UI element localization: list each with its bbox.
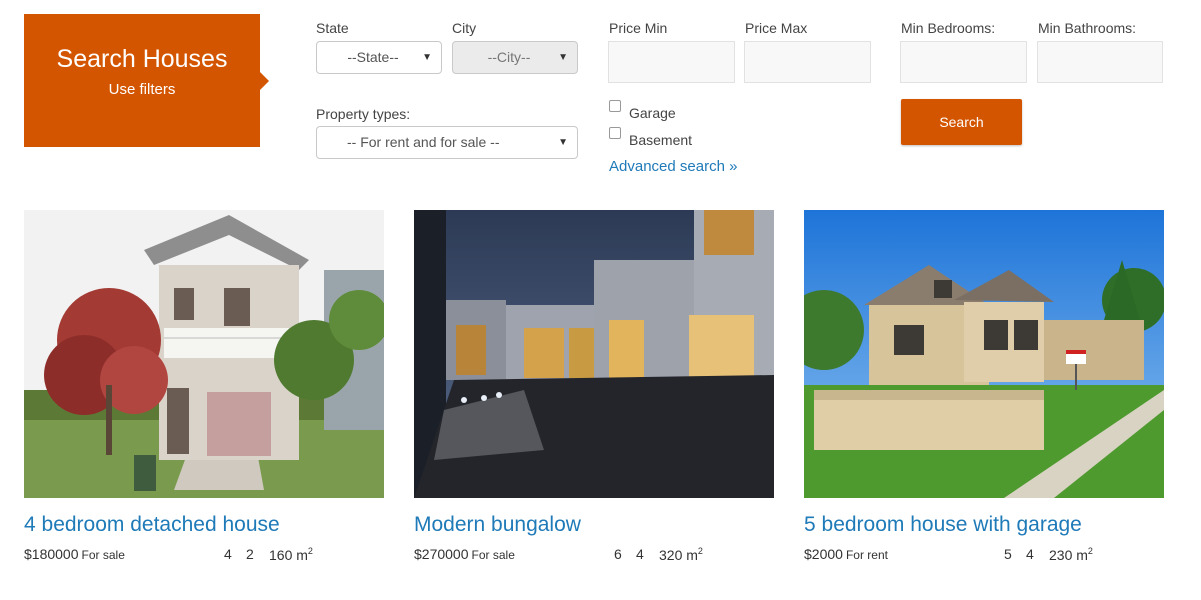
- listing-status: For rent: [845, 548, 888, 562]
- state-label: State: [316, 20, 349, 36]
- house-photo[interactable]: [414, 210, 774, 498]
- price-min-input[interactable]: [608, 41, 735, 83]
- listing-bedrooms: 5: [1004, 546, 1012, 562]
- min-bathrooms-input[interactable]: [1037, 41, 1163, 83]
- listing-area: 320 m2: [659, 546, 703, 563]
- listing-status: For sale: [81, 548, 125, 562]
- min-bathrooms-label: Min Bathrooms:: [1038, 20, 1137, 36]
- chevron-down-icon: ▼: [558, 52, 568, 63]
- listing-card: 5 bedroom house with garage $2000 For ren…: [804, 210, 1164, 566]
- listing-meta: $180000 For sale 4 2 160 m2: [24, 546, 384, 566]
- min-bedrooms-input[interactable]: [900, 41, 1027, 83]
- garage-label: Garage: [629, 105, 676, 121]
- listing-bathrooms: 2: [246, 546, 254, 562]
- listing-bathrooms: 4: [636, 546, 644, 562]
- listing-area: 160 m2: [269, 546, 313, 563]
- chevron-down-icon: ▼: [422, 52, 432, 63]
- listing-card: Modern bungalow $270000 For sale 6 4 320 …: [414, 210, 774, 566]
- house-photo[interactable]: [24, 210, 384, 498]
- listing-price: $180000 For sale: [24, 546, 125, 562]
- property-types-select[interactable]: -- For rent and for sale -- ▼: [316, 126, 578, 159]
- price-min-label: Price Min: [609, 20, 668, 36]
- listing-title[interactable]: Modern bungalow: [414, 512, 774, 538]
- advanced-search-link[interactable]: Advanced search »: [609, 158, 737, 175]
- listing-title[interactable]: 5 bedroom house with garage: [804, 512, 1164, 538]
- listing-meta: $270000 For sale 6 4 320 m2: [414, 546, 774, 566]
- price-max-input[interactable]: [744, 41, 871, 83]
- listing-price: $2000 For rent: [804, 546, 888, 562]
- listing-card: 4 bedroom detached house $180000 For sale…: [24, 210, 384, 566]
- city-select[interactable]: --City-- ▼: [452, 41, 578, 74]
- state-select[interactable]: --State-- ▼: [316, 41, 442, 74]
- basement-label: Basement: [629, 132, 693, 148]
- listing-bedrooms: 4: [224, 546, 232, 562]
- listing-status: For sale: [471, 548, 515, 562]
- garage-checkbox[interactable]: [609, 100, 621, 112]
- city-label: City: [452, 20, 477, 36]
- min-bedrooms-label: Min Bedrooms:: [901, 20, 996, 36]
- price-max-label: Price Max: [745, 20, 808, 36]
- search-houses-banner: Search Houses Use filters: [24, 14, 269, 147]
- listing-bathrooms: 4: [1026, 546, 1034, 562]
- listing-title[interactable]: 4 bedroom detached house: [24, 512, 384, 538]
- listing-meta: $2000 For rent 5 4 230 m2: [804, 546, 1164, 566]
- state-select-value: --State--: [347, 49, 399, 65]
- search-button[interactable]: Search: [901, 99, 1022, 145]
- listing-area: 230 m2: [1049, 546, 1093, 563]
- listing-bedrooms: 6: [614, 546, 622, 562]
- basement-checkbox[interactable]: [609, 127, 621, 139]
- house-photo[interactable]: [804, 210, 1164, 498]
- listing-price: $270000 For sale: [414, 546, 515, 562]
- chevron-down-icon: ▼: [558, 137, 568, 148]
- city-select-value: --City--: [487, 49, 531, 65]
- property-types-label: Property types:: [316, 106, 411, 122]
- banner-subtitle: Use filters: [108, 81, 176, 98]
- banner-title: Search Houses: [56, 45, 228, 73]
- property-types-value: -- For rent and for sale --: [347, 134, 500, 150]
